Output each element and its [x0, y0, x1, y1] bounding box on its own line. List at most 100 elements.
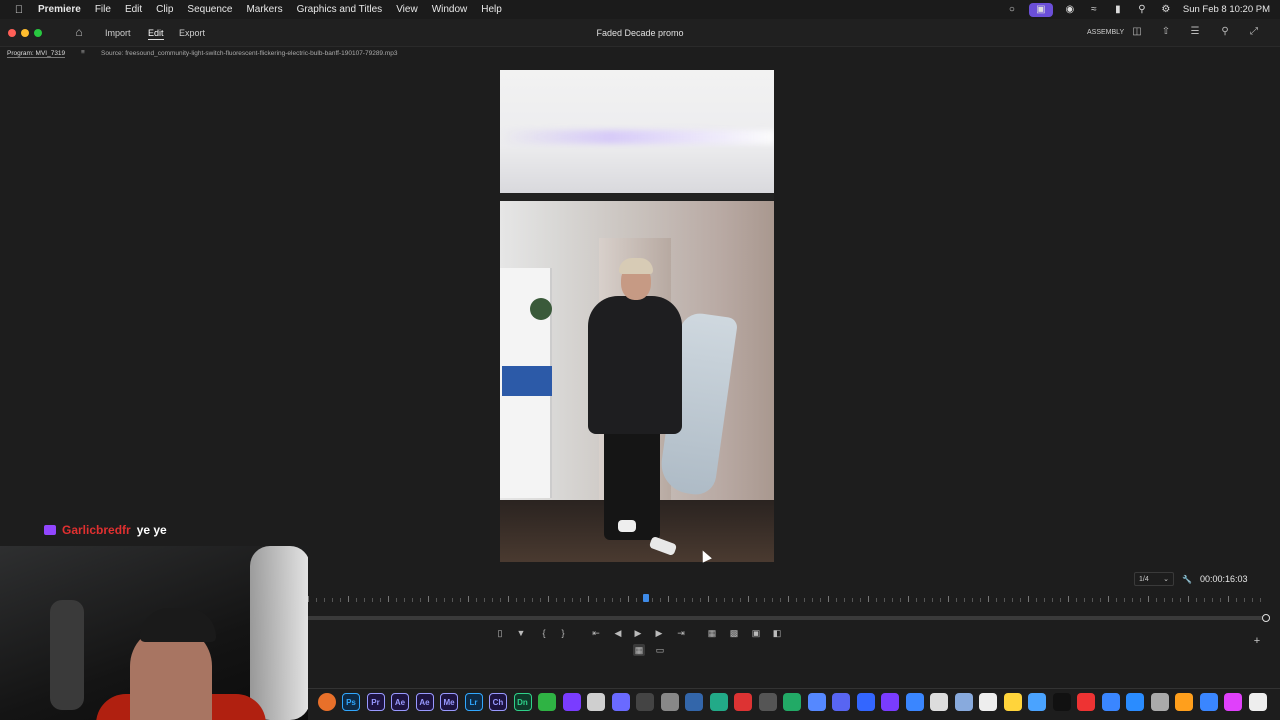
- dock-app-ae-icon[interactable]: Ae: [415, 693, 434, 711]
- safe-margins-icon[interactable]: ▦: [633, 644, 645, 656]
- step-back-icon[interactable]: ◀: [612, 627, 624, 639]
- overwrite-icon[interactable]: ▩: [728, 627, 740, 639]
- close-window-button[interactable]: [8, 29, 16, 37]
- proxy-toggle-icon[interactable]: ▭: [654, 644, 666, 656]
- creative-cloud-icon[interactable]: ○: [1005, 4, 1019, 15]
- dock-app-icon[interactable]: [1126, 693, 1144, 711]
- search-icon[interactable]: ⚲: [1135, 4, 1149, 15]
- scrub-bar[interactable]: [308, 616, 1270, 620]
- dock-app-icon[interactable]: [1028, 693, 1046, 711]
- menu-clip[interactable]: Clip: [156, 4, 173, 15]
- go-to-in-icon[interactable]: ⇤: [590, 627, 602, 639]
- source-monitor-tab[interactable]: Source: freesound_community-light-switch…: [101, 50, 398, 57]
- dock-app-icon[interactable]: [1248, 693, 1267, 711]
- clock[interactable]: Sun Feb 8 10:20 PM: [1183, 4, 1270, 15]
- dock-app-me-icon[interactable]: Me: [440, 693, 458, 711]
- wifi-icon[interactable]: ≈: [1087, 4, 1101, 15]
- dock-app-icon[interactable]: [636, 693, 654, 711]
- zoom-select[interactable]: 1/4 ⌄: [1134, 572, 1174, 586]
- tab-edit[interactable]: Edit: [148, 28, 164, 40]
- playhead[interactable]: [643, 594, 649, 602]
- scrub-end-handle[interactable]: [1262, 614, 1270, 622]
- go-to-out-icon[interactable]: ⇥: [675, 627, 687, 639]
- mark-out-icon[interactable]: }: [557, 627, 569, 639]
- minimize-window-button[interactable]: [21, 29, 29, 37]
- dock-app-icon[interactable]: [758, 693, 777, 711]
- dock-app-ch-icon[interactable]: Ch: [489, 693, 507, 711]
- dock-app-icon[interactable]: [1224, 693, 1242, 711]
- workspace-label[interactable]: ASSEMBLY: [1087, 29, 1124, 36]
- menu-file[interactable]: File: [95, 4, 111, 15]
- dock-app-icon[interactable]: [660, 693, 679, 711]
- dock-app-icon[interactable]: [538, 693, 556, 711]
- menu-edit[interactable]: Edit: [125, 4, 142, 15]
- dock-app-icon[interactable]: [783, 693, 801, 711]
- play-icon[interactable]: ▶: [632, 627, 644, 639]
- program-monitor-tab[interactable]: Program: MVI_7319: [7, 50, 66, 58]
- step-forward-icon[interactable]: ▶: [653, 627, 665, 639]
- menu-help[interactable]: Help: [481, 4, 502, 15]
- quick-search-icon[interactable]: ⚲: [1218, 26, 1232, 38]
- battery-icon[interactable]: ▮: [1111, 4, 1125, 15]
- dock-app-icon[interactable]: [881, 693, 899, 711]
- dock-app-icon[interactable]: [1077, 693, 1095, 711]
- menu-graphics-titles[interactable]: Graphics and Titles: [297, 4, 383, 15]
- apple-icon[interactable]: : [12, 4, 26, 16]
- ruler-tick: [420, 598, 421, 602]
- fullscreen-icon[interactable]: ⤢: [1247, 26, 1261, 38]
- dock-app-icon[interactable]: [587, 693, 605, 711]
- export-frame-icon[interactable]: ▣: [750, 627, 762, 639]
- dock-app-icon[interactable]: [1052, 693, 1071, 711]
- panel-menu-icon[interactable]: ≡: [81, 49, 85, 56]
- wrench-icon[interactable]: 🔧: [1182, 575, 1192, 584]
- control-center-icon[interactable]: ⚙: [1159, 4, 1173, 15]
- menu-markers[interactable]: Markers: [246, 4, 282, 15]
- share-icon[interactable]: ⇧: [1159, 26, 1173, 38]
- time-ruler[interactable]: [308, 596, 1270, 606]
- dock-app-icon[interactable]: [734, 693, 752, 711]
- dock-app-icon[interactable]: [709, 693, 728, 711]
- dock-app-icon[interactable]: [1199, 693, 1218, 711]
- dock-app-icon[interactable]: [1003, 693, 1022, 711]
- dock-app-icon[interactable]: [954, 693, 973, 711]
- tab-import[interactable]: Import: [105, 28, 131, 38]
- dock-app-lr-icon[interactable]: Lr: [464, 693, 483, 711]
- workspaces-menu-icon[interactable]: ☰: [1188, 26, 1202, 38]
- marker-icon[interactable]: ▼: [515, 627, 527, 639]
- dock-app-icon[interactable]: [930, 693, 948, 711]
- dock-app-icon[interactable]: [1175, 693, 1193, 711]
- comparison-icon[interactable]: ◧: [771, 627, 783, 639]
- dock-app-icon[interactable]: [1101, 693, 1120, 711]
- menu-view[interactable]: View: [396, 4, 418, 15]
- dock-app-icon[interactable]: [979, 693, 997, 711]
- dock-app-icon[interactable]: [1150, 693, 1169, 711]
- dock-app-icon[interactable]: [856, 693, 875, 711]
- dock-app-icon[interactable]: [905, 693, 924, 711]
- dock-app-icon[interactable]: [807, 693, 826, 711]
- dock-app-icon[interactable]: [832, 693, 850, 711]
- dock-app-dn-icon[interactable]: Dn: [513, 693, 532, 711]
- screen-record-icon[interactable]: ▣: [1028, 2, 1053, 17]
- tab-export[interactable]: Export: [179, 28, 205, 38]
- panel-layout-icon[interactable]: ◫: [1130, 26, 1144, 38]
- timecode[interactable]: 00:00:16:03: [1200, 574, 1248, 584]
- dock-app-icon[interactable]: [562, 693, 581, 711]
- add-button-icon[interactable]: +: [1252, 636, 1262, 647]
- dock-app-pr-icon[interactable]: Pr: [366, 693, 385, 711]
- app-icon[interactable]: ◉: [1063, 4, 1077, 15]
- menu-sequence[interactable]: Sequence: [187, 4, 232, 15]
- maximize-window-button[interactable]: [34, 29, 42, 37]
- app-menu[interactable]: Premiere: [38, 4, 81, 15]
- dock-app-ae-icon[interactable]: Ae: [391, 693, 409, 711]
- program-monitor-video[interactable]: [500, 70, 774, 562]
- dock-app-ps-icon[interactable]: Ps: [342, 693, 360, 711]
- menu-window[interactable]: Window: [432, 4, 468, 15]
- mark-in-icon[interactable]: {: [538, 627, 550, 639]
- insert-icon[interactable]: ▦: [706, 627, 718, 639]
- dock-app-icon[interactable]: [611, 693, 630, 711]
- dock-app-icon[interactable]: [318, 693, 336, 711]
- lift-icon[interactable]: ▯: [494, 627, 506, 639]
- video-plant: [530, 298, 552, 320]
- dock-app-icon[interactable]: [685, 693, 703, 711]
- home-icon[interactable]: ⌂: [72, 25, 86, 39]
